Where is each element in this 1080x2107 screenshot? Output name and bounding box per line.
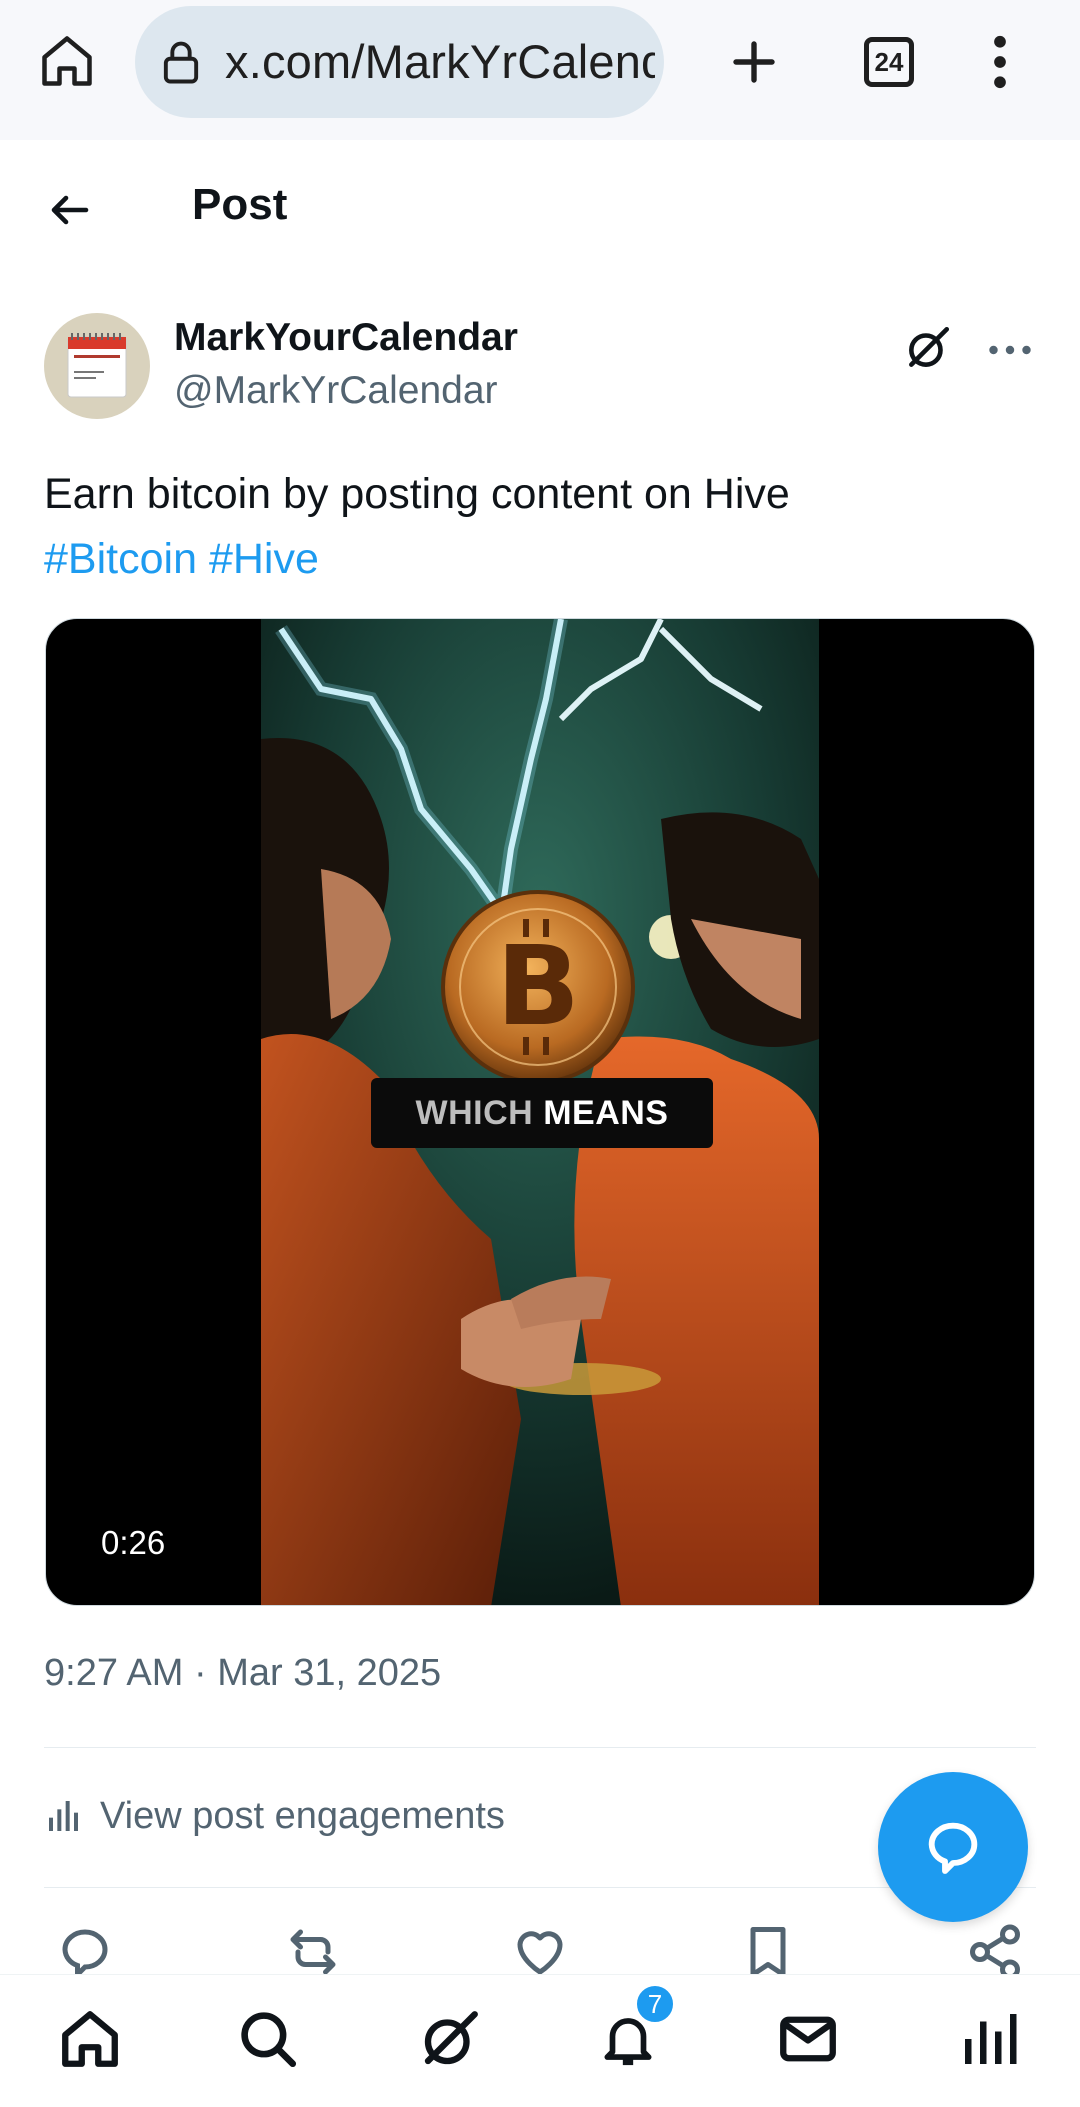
caption-word-2: MEANS <box>543 1093 669 1132</box>
heart-icon[interactable] <box>505 1922 575 1974</box>
post-body: Earn bitcoin by posting content on Hive … <box>44 462 1044 592</box>
engagements-label: View post engagements <box>100 1794 505 1837</box>
plus-icon[interactable] <box>722 30 786 94</box>
bottom-navigation: 7 <box>0 1974 1080 2107</box>
notifications-badge: 7 <box>634 1983 676 2025</box>
browser-toolbar: x.com/MarkYrCalendar 24 <box>0 0 1080 140</box>
hashtag-bitcoin[interactable]: #Bitcoin <box>44 535 197 583</box>
post-text: Earn bitcoin by posting content on Hive <box>44 470 790 518</box>
address-bar[interactable]: x.com/MarkYrCalendar <box>135 6 664 118</box>
hashtag-hive[interactable]: #Hive <box>209 535 319 583</box>
lock-icon <box>153 34 209 90</box>
compose-reply-icon <box>928 1822 978 1874</box>
avatar[interactable] <box>44 313 150 419</box>
share-icon[interactable] <box>960 1922 1030 1974</box>
url-text[interactable]: x.com/MarkYrCalendar <box>225 6 655 118</box>
post-timestamp[interactable]: 9:27 AM · Mar 31, 2025 <box>44 1652 441 1695</box>
svg-text:B: B <box>496 922 580 1050</box>
caption-word-1: WHICH <box>415 1093 534 1132</box>
bar-chart-icon <box>49 1801 78 1831</box>
mail-icon[interactable] <box>758 1989 858 2089</box>
home-icon[interactable] <box>40 1989 140 2089</box>
compose-reply-button[interactable] <box>878 1772 1028 1922</box>
video-caption: WHICH MEANS <box>371 1078 713 1148</box>
video-duration: 0:26 <box>101 1524 166 1561</box>
post-hashtags: #Bitcoin #Hive <box>44 527 1044 592</box>
more-horizontal-icon[interactable] <box>985 330 1035 370</box>
video-player[interactable]: B WHICH MEANS 0:26 <box>45 618 1035 1606</box>
grok-icon[interactable] <box>400 1989 500 2089</box>
author-name[interactable]: MarkYourCalendar <box>174 316 518 360</box>
view-engagements-link[interactable]: View post engagements <box>44 1783 505 1849</box>
back-arrow-icon[interactable] <box>40 180 100 240</box>
author-handle[interactable]: @MarkYrCalendar <box>174 369 498 413</box>
tab-switcher-button[interactable]: 24 <box>864 37 914 87</box>
reply-icon[interactable] <box>50 1922 120 1974</box>
repost-icon[interactable] <box>278 1922 348 1974</box>
home-icon[interactable] <box>34 28 100 94</box>
page-title: Post <box>192 180 288 229</box>
bookmark-icon[interactable] <box>733 1922 803 1974</box>
search-icon[interactable] <box>218 1989 318 2089</box>
divider <box>44 1887 1036 1888</box>
grok-icon[interactable] <box>898 318 958 378</box>
divider <box>44 1747 1036 1748</box>
bar-chart-icon[interactable] <box>940 1989 1040 2089</box>
more-vertical-icon[interactable] <box>970 30 1030 94</box>
video-frame: B WHICH MEANS <box>261 619 819 1605</box>
